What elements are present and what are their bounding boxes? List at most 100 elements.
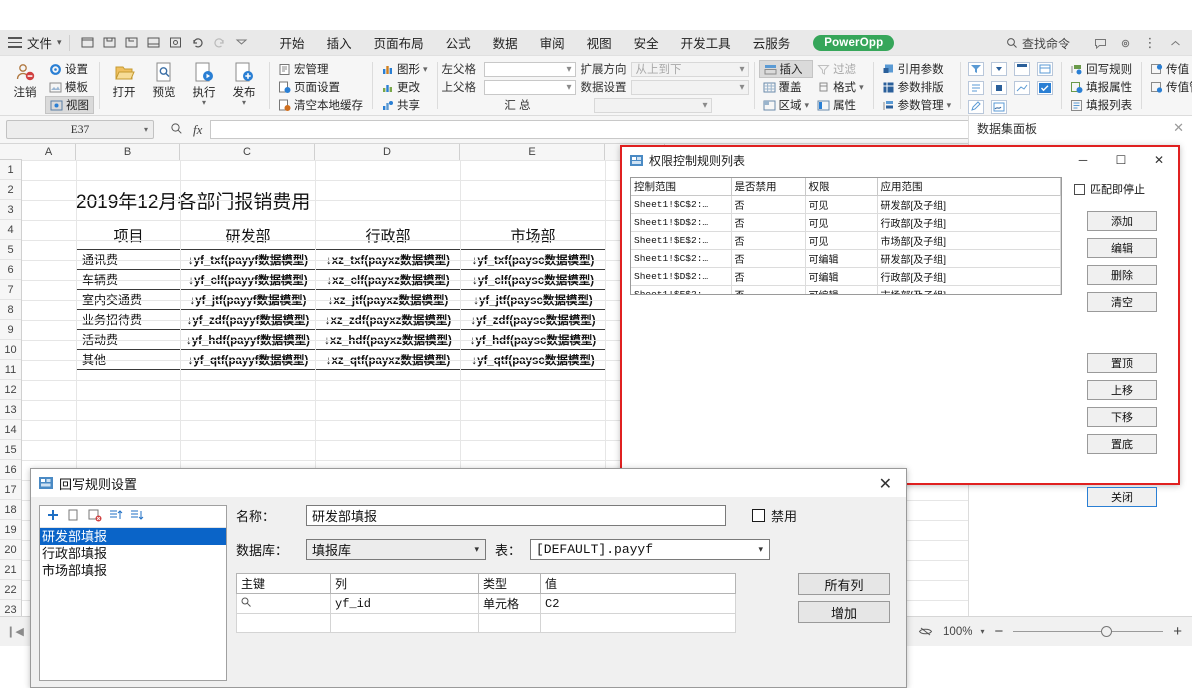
minimize-icon[interactable]: ─ bbox=[1064, 147, 1102, 173]
col-primary-key[interactable]: 主键 bbox=[236, 573, 331, 594]
poweropp-brand-button[interactable]: PowerOpp bbox=[813, 34, 895, 51]
table-row[interactable]: Sheet1!$E$2:… 否 可编辑 市场部[及子组] bbox=[631, 285, 1061, 294]
edit-button[interactable]: 编辑 bbox=[1087, 238, 1157, 258]
print-preview-icon[interactable] bbox=[165, 33, 187, 53]
calendar-control-icon[interactable] bbox=[1037, 62, 1054, 76]
open-button[interactable]: 打开 bbox=[104, 60, 144, 100]
zoom-slider-knob[interactable] bbox=[1101, 626, 1113, 637]
table-row[interactable] bbox=[236, 613, 736, 633]
search-command[interactable]: 查找命令 bbox=[1006, 35, 1070, 52]
chevron-down-icon[interactable]: ▾ bbox=[202, 99, 206, 107]
row-header-16[interactable]: 16 bbox=[0, 460, 21, 480]
zoom-level[interactable]: 100% bbox=[943, 626, 972, 638]
row-header-20[interactable]: 20 bbox=[0, 540, 21, 560]
table-row[interactable]: Sheet1!$D$2:… 否 可编辑 行政部[及子组] bbox=[631, 267, 1061, 286]
move-down-icon[interactable] bbox=[130, 508, 144, 525]
signature-control-icon[interactable] bbox=[991, 100, 1008, 114]
row-header-13[interactable]: 13 bbox=[0, 400, 21, 420]
list-item[interactable]: 行政部填报 bbox=[40, 545, 226, 562]
tab-start[interactable]: 开始 bbox=[269, 30, 316, 55]
row-header-8[interactable]: 8 bbox=[0, 300, 21, 320]
table-header-rd[interactable]: 研发部 bbox=[180, 220, 316, 250]
row-header-11[interactable]: 11 bbox=[0, 360, 21, 380]
cell-primary-key[interactable] bbox=[236, 613, 331, 633]
list-control-icon[interactable] bbox=[968, 81, 985, 95]
gear-icon[interactable] bbox=[1114, 33, 1136, 53]
col-type[interactable]: 类型 bbox=[478, 573, 541, 594]
param-manage-button[interactable]: 参数管理 ▾ bbox=[878, 96, 956, 114]
new-icon[interactable] bbox=[77, 33, 99, 53]
name-box[interactable]: E37 ▾ bbox=[6, 120, 154, 139]
ref-param-button[interactable]: 引用参数 bbox=[878, 60, 956, 78]
maximize-icon[interactable]: ☐ bbox=[1102, 147, 1140, 173]
expand-direction-combo[interactable]: 从上到下 ▾ bbox=[630, 61, 749, 77]
tab-dev-tools[interactable]: 开发工具 bbox=[670, 30, 742, 55]
cell-value[interactable] bbox=[540, 613, 736, 633]
zoom-slider[interactable] bbox=[1013, 626, 1164, 637]
chevron-down-icon[interactable]: ▾ bbox=[144, 125, 148, 134]
tab-data[interactable]: 数据 bbox=[482, 30, 529, 55]
database-select[interactable]: 填报库 ▾ bbox=[306, 539, 486, 560]
column-header-d[interactable]: D bbox=[315, 144, 460, 160]
stop-on-match-checkbox[interactable] bbox=[1074, 183, 1085, 195]
close-icon[interactable]: ✕ bbox=[1140, 147, 1178, 173]
move-up-icon[interactable] bbox=[109, 508, 123, 525]
comment-icon[interactable] bbox=[1089, 33, 1111, 53]
clear-cache-button[interactable]: 清空本地缓存 bbox=[274, 96, 367, 114]
move-bottom-button[interactable]: 置底 bbox=[1087, 434, 1157, 454]
row-header-12[interactable]: 12 bbox=[0, 380, 21, 400]
filter-control-icon[interactable] bbox=[968, 62, 985, 76]
publish-button[interactable]: 发布 ▾ bbox=[224, 60, 264, 107]
preview-button[interactable]: 预览 bbox=[144, 60, 184, 100]
macro-manage-button[interactable]: 宏管理 bbox=[274, 60, 367, 78]
writeback-rule-button[interactable]: 回写规则 bbox=[1066, 60, 1136, 78]
save-icon[interactable] bbox=[99, 33, 121, 53]
close-icon[interactable]: ✕ bbox=[1173, 120, 1184, 136]
chevron-down-icon[interactable]: ▾ bbox=[980, 627, 984, 636]
transmit-manage-button[interactable]: 传值管理 bbox=[1146, 78, 1192, 96]
table-row[interactable]: Sheet1!$D$2:… 否 可见 行政部[及子组] bbox=[631, 213, 1061, 232]
chart-control-icon[interactable] bbox=[1014, 81, 1031, 95]
col-column[interactable]: 列 bbox=[330, 573, 479, 594]
shape-button[interactable]: 图形 ▾ bbox=[377, 60, 432, 78]
col-control-scope[interactable]: 控制范围 bbox=[631, 178, 732, 196]
disable-checkbox[interactable] bbox=[752, 509, 765, 522]
delete-button[interactable]: 删除 bbox=[1087, 265, 1157, 285]
row-header-3[interactable]: 3 bbox=[0, 200, 21, 220]
zoom-in-button[interactable]: + bbox=[1173, 623, 1182, 640]
delete-icon[interactable] bbox=[88, 508, 102, 525]
row-header-17[interactable]: 17 bbox=[0, 480, 21, 500]
row-header-9[interactable]: 9 bbox=[0, 320, 21, 340]
table-header-admin[interactable]: 行政部 bbox=[315, 220, 461, 250]
checkbox-control-icon[interactable] bbox=[1037, 81, 1054, 95]
first-sheet-icon[interactable]: ❙◀ bbox=[4, 621, 26, 643]
summary-combo[interactable]: ▾ bbox=[593, 97, 712, 113]
clear-button[interactable]: 清空 bbox=[1087, 292, 1157, 312]
page-setup-button[interactable]: 页面设置 bbox=[274, 78, 367, 96]
row-header-22[interactable]: 22 bbox=[0, 580, 21, 600]
row-header-1[interactable]: 1 bbox=[0, 160, 21, 180]
move-up-button[interactable]: 上移 bbox=[1087, 380, 1157, 400]
execute-button[interactable]: 执行 ▾ bbox=[184, 60, 224, 107]
row-header-23[interactable]: 23 bbox=[0, 600, 21, 616]
row-header-18[interactable]: 18 bbox=[0, 500, 21, 520]
cell-value[interactable]: C2 bbox=[540, 593, 736, 614]
find-icon[interactable] bbox=[170, 122, 183, 138]
permission-rules-list[interactable]: 控制范围 是否禁用 权限 应用范围 Sheet1!$C$2:… 否 可见 研发部… bbox=[630, 177, 1062, 295]
tab-review[interactable]: 审阅 bbox=[529, 30, 576, 55]
tab-security[interactable]: 安全 bbox=[623, 30, 670, 55]
top-parent-combo[interactable]: ▾ bbox=[483, 79, 576, 95]
row-header-5[interactable]: 5 bbox=[0, 240, 21, 260]
column-header-b[interactable]: B bbox=[76, 144, 180, 160]
column-header-c[interactable]: C bbox=[180, 144, 315, 160]
format-button[interactable]: 格式 ▾ bbox=[813, 78, 868, 96]
row-header-21[interactable]: 21 bbox=[0, 560, 21, 580]
tab-formula[interactable]: 公式 bbox=[435, 30, 482, 55]
table-select[interactable]: [DEFAULT].payyf ▾ bbox=[530, 539, 770, 560]
column-header-e[interactable]: E bbox=[460, 144, 605, 160]
add-icon[interactable] bbox=[46, 508, 60, 525]
cell-type[interactable] bbox=[478, 613, 541, 633]
stop-on-match-checkbox-row[interactable]: 匹配即停止 bbox=[1074, 181, 1174, 197]
chevron-down-icon[interactable]: ▾ bbox=[947, 100, 952, 111]
template-button[interactable]: 模板 bbox=[45, 78, 94, 96]
